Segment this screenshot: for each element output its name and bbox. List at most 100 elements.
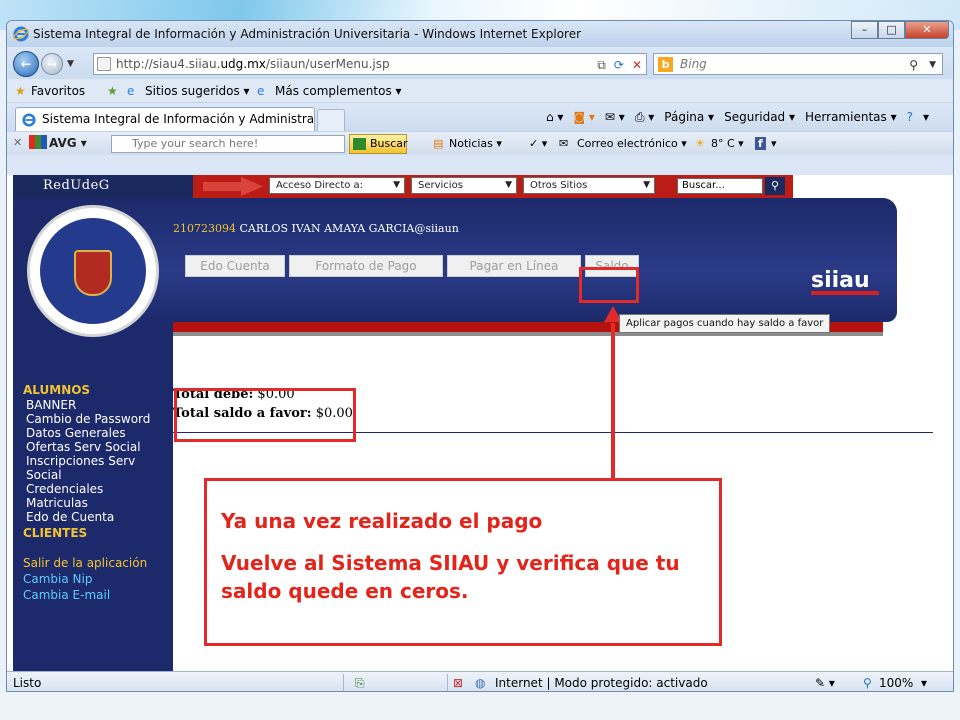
command-bar: ⌂ ▾ ◙ ▾ ✉ ▾ ⎙ ▾ Página ▾ Seguridad ▾ Her… <box>546 110 929 125</box>
address-row: ← → ▼ http://siau4.siiau.udg.mx/siiaun/u… <box>7 47 953 79</box>
facebook-dropdown-icon[interactable]: ▾ <box>771 137 777 150</box>
favorites-button[interactable]: Favoritos <box>31 84 85 98</box>
change-email-link[interactable]: Cambia E-mail <box>23 587 175 603</box>
direct-access-select[interactable]: Acceso Directo a: ▼ <box>269 177 405 194</box>
add-favorite-icon[interactable]: ★ <box>107 84 118 98</box>
status-separator-2 <box>447 674 448 691</box>
history-dropdown-icon[interactable]: ▼ <box>67 59 74 69</box>
side-menu: ALUMNOS BANNER Cambio de Password Datos … <box>23 383 175 603</box>
status-separator <box>343 674 344 691</box>
menu-item-social[interactable]: Social <box>23 468 175 482</box>
tools-menu[interactable]: Herramientas ▾ <box>805 110 897 125</box>
menu-item-datos[interactable]: Datos Generales <box>23 426 175 440</box>
page-menu[interactable]: Página ▾ <box>664 110 714 125</box>
facebook-icon[interactable]: f <box>755 137 766 150</box>
tab-row: Sistema Integral de Información y Admini… <box>7 103 953 131</box>
pagar-en-linea-button[interactable]: Pagar en Línea <box>447 255 581 277</box>
avg-logo[interactable]: AVG ▾ <box>29 135 87 150</box>
avg-search-button[interactable]: Buscar <box>349 134 408 154</box>
stop-icon[interactable]: ✕ <box>632 55 642 75</box>
compatibility-view-icon[interactable]: ⧉ <box>597 55 606 75</box>
popup-blocked-icon[interactable]: ⊠ <box>453 676 463 690</box>
menu-item-inscripciones[interactable]: Inscripciones Serv <box>23 454 175 468</box>
search-options-icon[interactable]: ▼ <box>929 55 936 75</box>
news-menu[interactable]: Noticias ▾ <box>449 137 502 150</box>
url-path: /siiaun/userMenu.jsp <box>265 57 390 71</box>
other-sites-select[interactable]: Otros Sitios ▼ <box>523 177 655 194</box>
security-menu[interactable]: Seguridad ▾ <box>724 110 795 125</box>
udg-search-icon[interactable]: ⚲ <box>765 177 785 195</box>
close-window-button[interactable]: ✕ <box>905 21 949 39</box>
new-tab-button[interactable] <box>317 109 345 131</box>
address-bar[interactable]: http://siau4.siiau.udg.mx/siiaun/userMen… <box>93 53 647 75</box>
avg-toolbar: ✕ AVG ▾ Type your search here! Buscar ▤ … <box>7 131 953 155</box>
zoom-level[interactable]: 100% <box>879 676 913 690</box>
menu-item-edo-cuenta[interactable]: Edo de Cuenta <box>23 510 175 524</box>
direct-access-value: Acceso Directo a: <box>276 180 364 191</box>
forward-button[interactable]: → <box>41 53 63 75</box>
saldo-tooltip: Aplicar pagos cuando hay saldo a favor <box>619 314 831 333</box>
services-select[interactable]: Servicios ▼ <box>411 177 517 194</box>
menu-item-matriculas[interactable]: Matriculas <box>23 496 175 510</box>
news-icon: ▤ <box>433 137 444 150</box>
favorites-star-icon: ★ <box>15 84 26 98</box>
bing-placeholder: Bing <box>680 57 707 71</box>
menu-item-password[interactable]: Cambio de Password <box>23 412 175 426</box>
security-zone[interactable]: Internet | Modo protegido: activado <box>495 676 708 690</box>
menu-item-credenciales[interactable]: Credenciales <box>23 482 175 496</box>
suggested-sites-link[interactable]: Sitios sugeridos ▾ <box>145 84 250 98</box>
shield-icon <box>74 250 112 296</box>
callout-line-1: Ya una vez realizado el pago <box>221 509 543 533</box>
redudeg-brand[interactable]: RedUdeG <box>13 175 193 198</box>
minimize-button[interactable]: – <box>851 21 878 39</box>
help-menu[interactable]: ▾ <box>923 110 929 125</box>
email-menu[interactable]: Correo electrónico ▾ <box>577 137 687 150</box>
udg-search-input[interactable]: Buscar... <box>677 178 763 194</box>
edo-cuenta-button[interactable]: Edo Cuenta <box>185 255 285 277</box>
alumnos-header: ALUMNOS <box>23 383 175 397</box>
totals-highlight-box <box>174 388 356 442</box>
formato-pago-button[interactable]: Formato de Pago <box>289 255 443 277</box>
title-bar: Sistema Integral de Información y Admini… <box>7 21 953 47</box>
menu-item-ofertas[interactable]: Ofertas Serv Social <box>23 440 175 454</box>
services-value: Servicios <box>418 180 463 191</box>
page-icon <box>97 57 111 71</box>
globe-icon: ◍ <box>475 676 486 690</box>
url-domain: udg.mx <box>220 57 266 71</box>
close-toolbar-icon[interactable]: ✕ <box>13 136 22 149</box>
favorites-bar: ★ Favoritos ★ e Sitios sugeridos ▾ e Más… <box>7 79 953 103</box>
avg-search-input[interactable]: Type your search here! <box>111 135 345 153</box>
email-icon: ✉ <box>559 137 569 150</box>
print-icon[interactable]: ⎙ ▾ <box>635 110 654 125</box>
logout-link[interactable]: Salir de la aplicación <box>23 555 175 571</box>
more-addons-link[interactable]: Más complementos ▾ <box>275 84 402 98</box>
protected-mode-icon[interactable]: ✎ ▾ <box>815 676 835 690</box>
links-icon[interactable]: ✓ ▾ <box>529 137 547 150</box>
status-bar: Listo ⎘ ⊠ ◍ Internet | Modo protegido: a… <box>7 671 953 691</box>
bing-logo-icon: b <box>658 57 673 72</box>
udg-top-bar: RedUdeG Acceso Directo a: ▼ Servicios ▼ Ot… <box>13 175 793 198</box>
ie-tab-icon <box>22 113 36 127</box>
maximize-button[interactable]: □ <box>878 21 905 39</box>
siiau-logo: siiau <box>811 268 879 295</box>
avg-logo-icon <box>29 135 47 149</box>
refresh-icon[interactable]: ⟳ <box>614 55 624 75</box>
help-icon[interactable]: ? <box>907 110 913 125</box>
home-icon[interactable]: ⌂ ▾ <box>546 110 563 125</box>
change-nip-link[interactable]: Cambia Nip <box>23 571 175 587</box>
weather-icon: ☀ <box>695 137 705 150</box>
ie-logo-icon <box>13 26 29 42</box>
search-icon[interactable]: ⚲ <box>909 55 918 75</box>
zoom-dropdown-icon[interactable]: ▾ <box>921 676 927 690</box>
weather-menu[interactable]: 8° C ▾ <box>711 137 744 150</box>
bing-search-box[interactable]: b Bing ⚲ ▼ <box>653 53 943 75</box>
feeds-icon[interactable]: ◙ ▾ <box>573 110 594 125</box>
back-button[interactable]: ← <box>13 51 39 77</box>
window-title: Sistema Integral de Información y Admini… <box>33 27 582 41</box>
tab-siiau[interactable]: Sistema Integral de Información y Admini… <box>15 107 315 131</box>
avg-search-button-label: Buscar <box>370 137 408 150</box>
addons-icon: e <box>257 84 265 98</box>
menu-item-banner[interactable]: BANNER <box>23 398 175 412</box>
mail-icon[interactable]: ✉ ▾ <box>605 110 625 125</box>
udg-search-placeholder: Buscar... <box>682 180 725 191</box>
